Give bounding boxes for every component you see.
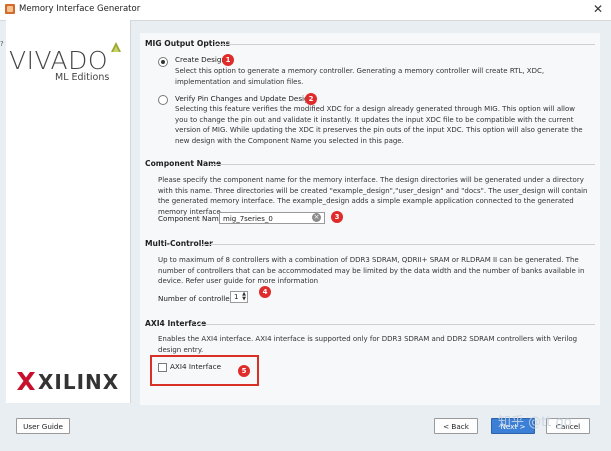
number-of-controllers-label: Number of controllers [158, 294, 237, 303]
verify-pin-radio[interactable] [158, 95, 168, 105]
annotation-badge-5: 5 [238, 365, 250, 377]
axi4-checkbox[interactable] [158, 363, 167, 372]
component-name-field-label: Component Name [158, 214, 224, 223]
spinner-value: 1 [234, 293, 239, 301]
vivado-wordmark: VIVADO [9, 46, 109, 75]
close-icon[interactable]: ✕ [593, 2, 603, 16]
watermark-text: 知乎 @tt go [498, 415, 572, 430]
main-content: MIG Output Options Create Design 1 Selec… [140, 33, 600, 405]
user-guide-button[interactable]: User Guide [16, 418, 70, 434]
axi4-description: Enables the AXI4 interface. AXI4 interfa… [158, 335, 578, 354]
back-button[interactable]: < Back [434, 418, 478, 434]
xilinx-logo: XILINX [16, 370, 136, 400]
ml-editions-label: ML Editions [55, 72, 110, 83]
divider [215, 44, 595, 45]
multi-controller-description: Up to maximum of 8 controllers with a co… [158, 256, 585, 286]
create-design-radio[interactable] [158, 57, 168, 67]
divider [202, 244, 595, 245]
vivado-logo: VIVADO ML Editions [9, 32, 129, 92]
annotation-badge-3: 3 [331, 211, 343, 223]
vivado-mark-icon [111, 42, 121, 52]
create-design-label[interactable]: Create Design [175, 55, 226, 64]
annotation-badge-4: 4 [259, 286, 271, 298]
background-edge-text: ? [0, 40, 4, 48]
clear-icon[interactable]: × [312, 213, 321, 222]
title-bar: Memory Interface Generator ✕ [0, 0, 611, 21]
xilinx-x-icon [17, 372, 35, 390]
verify-pin-label[interactable]: Verify Pin Changes and Update Design [175, 94, 313, 103]
xilinx-wordmark: XILINX [38, 370, 120, 394]
divider [210, 164, 595, 165]
component-name-input[interactable]: mig_7series_0 [219, 212, 325, 224]
window-title: Memory Interface Generator [19, 4, 141, 14]
annotation-badge-1: 1 [222, 54, 234, 66]
create-design-description: Select this option to generate a memory … [175, 67, 545, 86]
spinner-arrows-icon[interactable]: ▲ ▼ [242, 292, 246, 302]
divider [195, 324, 595, 325]
number-of-controllers-spinner[interactable]: 1 ▲ ▼ [230, 291, 248, 303]
verify-pin-description: Selecting this feature verifies the modi… [175, 105, 583, 145]
app-icon [5, 4, 15, 14]
axi4-checkbox-label[interactable]: AXI4 Interface [170, 362, 221, 371]
branding-panel: VIVADO ML Editions XILINX [6, 20, 131, 403]
